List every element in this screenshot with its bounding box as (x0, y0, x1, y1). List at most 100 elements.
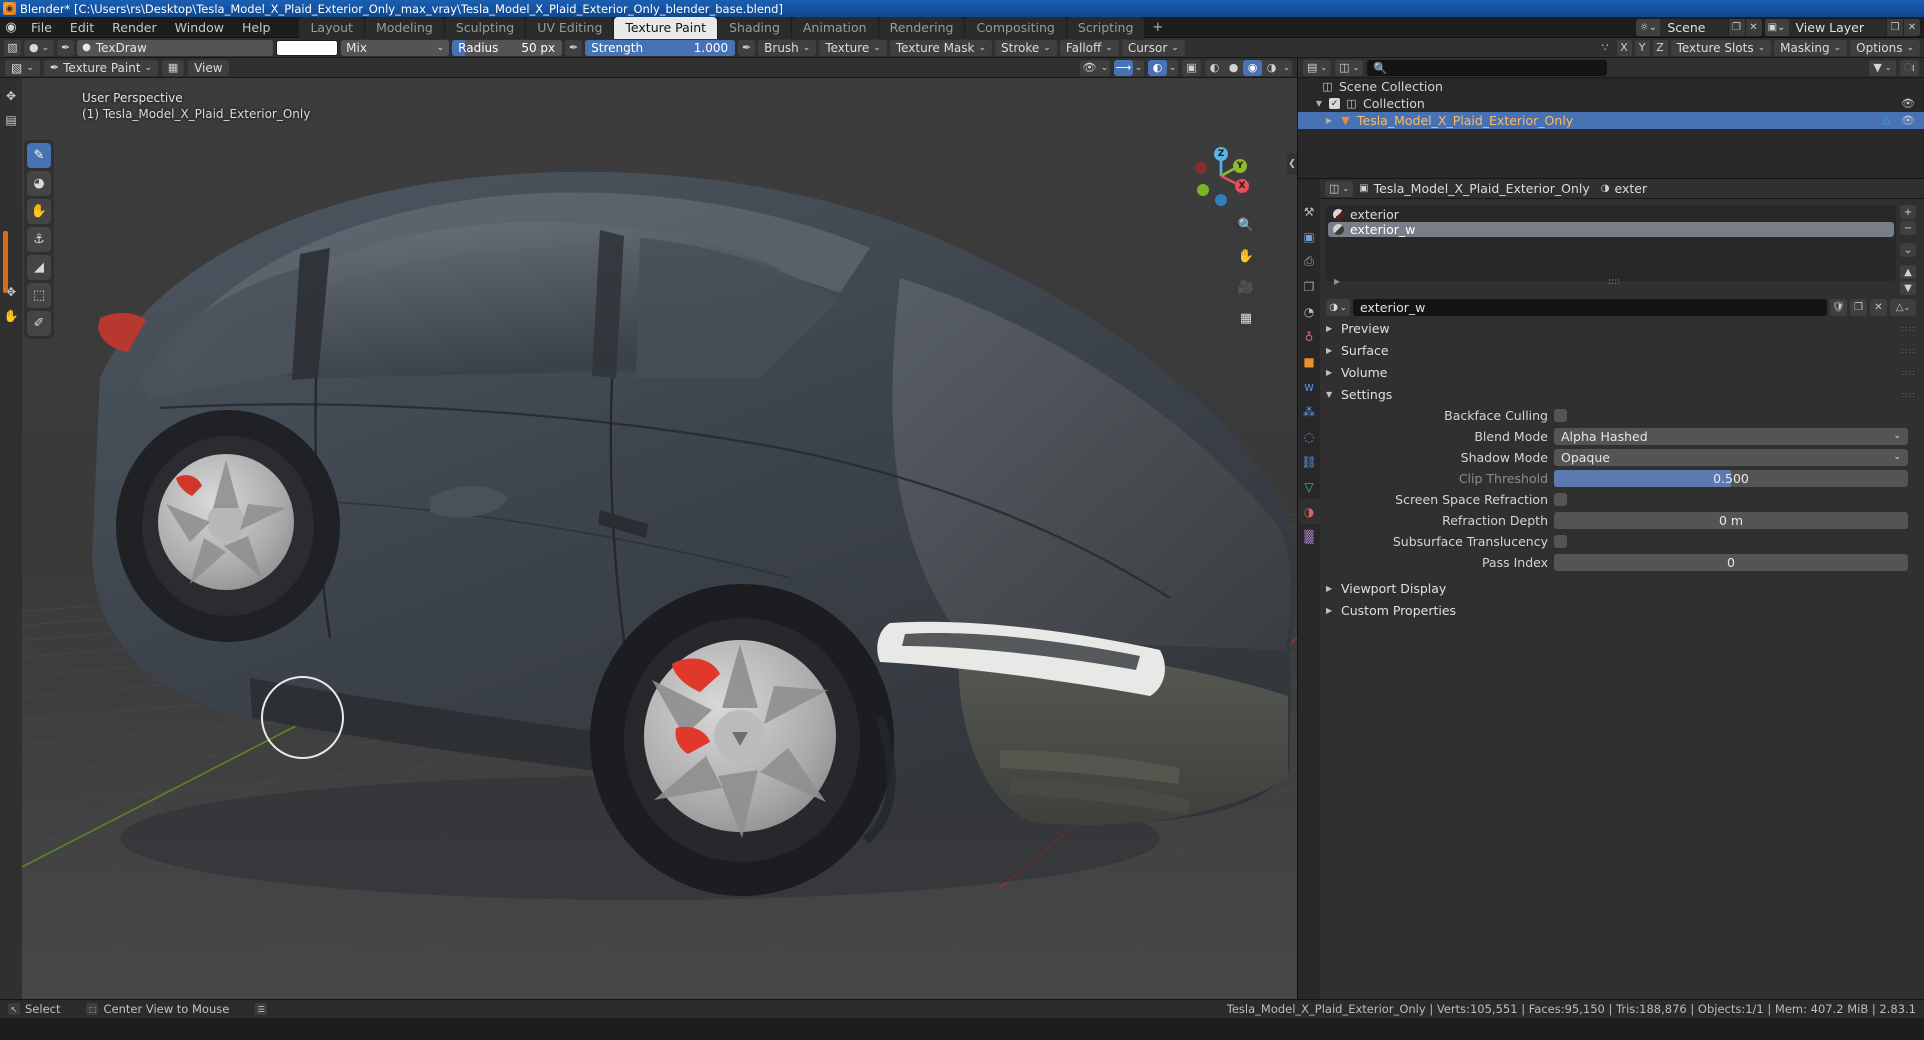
move-slot-up-button[interactable]: ▲ (1900, 265, 1916, 279)
collection-checkbox[interactable]: ✓ (1329, 98, 1340, 109)
properties-tab-view-layer[interactable]: ❐ (1298, 274, 1320, 299)
outliner-row-tesla-object[interactable]: ▶ ▼ Tesla_Model_X_Plaid_Exterior_Only △ … (1298, 112, 1924, 129)
paint-mode-icon[interactable]: ▧ (4, 39, 21, 56)
panel-grip-volume[interactable]: :::: (1901, 368, 1916, 377)
tool-smear[interactable]: ✋ (27, 199, 51, 224)
object-visibility-eye-icon[interactable]: 👁 (1901, 114, 1915, 127)
setting-blend-mode[interactable]: Blend Mode Alpha Hashed ⌄ (1326, 426, 1916, 446)
setting-pass-index[interactable]: Pass Index 0 (1326, 552, 1916, 572)
properties-editor-icon[interactable]: ◫ ⌄ (1325, 180, 1354, 197)
outliner-editor-type-icon[interactable]: ▤ ⌄ (1303, 59, 1332, 76)
mesh-select-icon[interactable]: ▦ (162, 59, 185, 76)
remove-material-slot-button[interactable]: − (1900, 221, 1916, 235)
unlink-scene-button[interactable]: ✕ (1744, 18, 1762, 36)
editor-type-icon[interactable]: ▧ ⌄ (5, 59, 40, 76)
checkbox-backface-culling[interactable] (1554, 408, 1567, 422)
slider-clip-threshold[interactable]: 0.500 (1554, 469, 1908, 487)
panel-volume[interactable]: ▶ Volume :::: (1326, 363, 1916, 382)
move-slot-down-button[interactable]: ▼ (1900, 281, 1916, 295)
properties-tab-texture[interactable]: ▒ (1298, 524, 1320, 549)
properties-tab-render[interactable]: ▣ (1298, 224, 1320, 249)
zoom-icon[interactable]: 🔍 (1233, 212, 1259, 238)
radius-pressure-icon[interactable]: ✒ (565, 39, 583, 56)
tool-draw[interactable]: ✎ (27, 143, 51, 168)
add-workspace-button[interactable]: + (1145, 18, 1170, 37)
falloff-popover[interactable]: Falloff ⌄ (1059, 39, 1119, 56)
checkbox-subsurface-translucency[interactable] (1554, 534, 1567, 548)
brush-name-field[interactable]: ● TexDraw (77, 39, 274, 56)
properties-tab-material[interactable]: ◑ (1298, 499, 1320, 524)
outliner-new-collection-icon[interactable]: ા (1899, 59, 1919, 76)
brush-color-swatch[interactable] (276, 39, 339, 56)
edge-grid-icon[interactable]: ▤ (0, 108, 22, 132)
texture-mask-popover[interactable]: Texture Mask ⌄ (889, 39, 993, 56)
disclosure-collection[interactable]: ▼ (1314, 99, 1324, 108)
menu-file[interactable]: File (22, 18, 61, 37)
radius-slider[interactable]: Radius 50 px (452, 39, 563, 56)
tab-compositing[interactable]: Compositing (965, 17, 1066, 39)
strength-pressure-icon[interactable]: ✒ (738, 39, 756, 56)
chevron-down-icon-4[interactable]: ⌄ (1281, 60, 1292, 76)
outliner-row-scene-collection[interactable]: ◫ Scene Collection (1298, 78, 1924, 95)
panel-grip-surface[interactable]: :::: (1901, 346, 1916, 355)
tab-texture-paint[interactable]: Texture Paint (614, 17, 718, 39)
symmetry-x-toggle[interactable]: X (1616, 39, 1632, 56)
properties-tab-tool[interactable]: ⚒ (1298, 199, 1320, 224)
masking-popover[interactable]: Masking ⌄ (1774, 39, 1848, 56)
tab-animation[interactable]: Animation (791, 17, 878, 39)
pan-icon[interactable]: ✋ (1233, 243, 1259, 269)
navigation-gizmo[interactable]: Z Y X (1189, 144, 1253, 208)
outliner-filter-icon[interactable]: ▼ ⌄ (1869, 59, 1896, 76)
camera-icon[interactable]: 🎥 (1233, 274, 1259, 300)
brush-popover[interactable]: Brush ⌄ (758, 39, 817, 56)
symmetry-y-toggle[interactable]: Y (1634, 39, 1650, 56)
gizmo-axis-z[interactable]: Z (1214, 147, 1228, 161)
tab-layout[interactable]: Layout (299, 17, 364, 39)
panel-custom-properties[interactable]: ▶ Custom Properties (1326, 601, 1916, 620)
material-browse-icon[interactable]: ◑ ⌄ (1326, 299, 1350, 316)
viewport-canvas[interactable]: User Perspective (1) Tesla_Model_X_Plaid… (0, 78, 1297, 999)
scene-selector[interactable]: ☼⌄ Scene ❐ ✕ (1636, 18, 1762, 36)
panel-grip-preview[interactable]: :::: (1901, 324, 1916, 333)
new-view-layer-button[interactable]: ❐ (1886, 18, 1903, 36)
node-icon[interactable]: △ ⌄ (1890, 299, 1916, 316)
tab-scripting[interactable]: Scripting (1066, 17, 1145, 39)
tab-uv-editing[interactable]: UV Editing (526, 17, 614, 39)
value-field-refraction-depth[interactable]: 0 m (1554, 511, 1908, 529)
menu-help[interactable]: Help (233, 18, 280, 37)
value-field-pass-index[interactable]: 0 (1554, 553, 1908, 571)
gizmo-axis-y[interactable]: Y (1233, 159, 1247, 173)
cursor-popover[interactable]: Cursor ⌄ (1121, 39, 1185, 56)
panel-viewport-display[interactable]: ▶ Viewport Display (1326, 579, 1916, 598)
slot-expand-icon[interactable]: ▶ (1334, 277, 1340, 286)
breadcrumb-material[interactable]: exter (1614, 181, 1647, 196)
symmetry-z-toggle[interactable]: Z (1652, 39, 1668, 56)
interaction-mode-dropdown[interactable]: ✒ Texture Paint ⌄ (43, 59, 159, 76)
view-menu[interactable]: View (188, 59, 229, 76)
sidebar-toggle-arrow[interactable]: ❮ (1287, 153, 1297, 175)
gizmo-popover[interactable]: ⟶ ⌄ (1114, 59, 1144, 76)
checkbox-screen-space-refraction[interactable] (1554, 492, 1567, 506)
properties-tab-world[interactable]: ♁ (1298, 324, 1320, 349)
menu-window[interactable]: Window (166, 18, 233, 37)
panel-surface[interactable]: ▶ Surface :::: (1326, 341, 1916, 360)
edge-cursor-icon[interactable]: ✥ (0, 84, 22, 108)
tab-sculpting[interactable]: Sculpting (444, 17, 526, 39)
dropdown-blend-mode[interactable]: Alpha Hashed ⌄ (1554, 427, 1908, 445)
material-specials-button[interactable]: ⌄ (1900, 243, 1916, 257)
tool-soften[interactable]: ◕ (27, 171, 51, 196)
shading-material-preview-button[interactable]: ◉ (1243, 59, 1262, 76)
edge-hand-icon[interactable]: ✋ (0, 304, 22, 328)
mesh-data-icon[interactable]: △ (1882, 115, 1890, 126)
scene-name[interactable]: Scene (1660, 18, 1728, 36)
properties-tab-object-data[interactable]: ▽ (1298, 474, 1320, 499)
disclosure-object[interactable]: ▶ (1324, 116, 1334, 125)
view-layer-selector[interactable]: ▣⌄ View Layer ❐ ✕ (1764, 18, 1920, 36)
setting-refraction-depth[interactable]: Refraction Depth 0 m (1326, 510, 1916, 530)
collection-visibility-eye-icon[interactable]: 👁 (1901, 97, 1915, 110)
ortho-persp-icon[interactable]: ▦ (1233, 305, 1259, 331)
blend-mode-dropdown[interactable]: Mix ⌄ (341, 39, 450, 56)
material-name-field[interactable]: exterior_w (1353, 299, 1827, 316)
setting-subsurface-translucency[interactable]: Subsurface Translucency (1326, 531, 1916, 551)
tool-clone[interactable]: ⚓ (27, 227, 51, 252)
